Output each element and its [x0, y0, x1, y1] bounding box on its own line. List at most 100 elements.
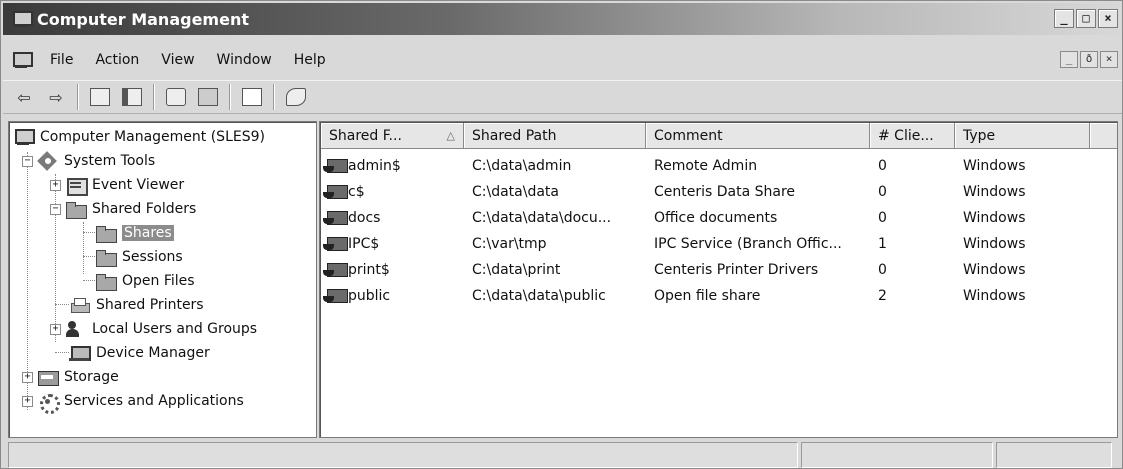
tree-node-shares[interactable]: Shares: [95, 222, 174, 244]
forward-arrow-icon[interactable]: ⇨: [43, 84, 69, 110]
tree-node-local-users-and-groups[interactable]: + Local Users and Groups: [50, 318, 257, 340]
tree-node-services-and-applications[interactable]: + Services and Applications: [22, 390, 244, 414]
collapse-toggle[interactable]: −: [22, 155, 33, 167]
tree-label: Storage: [64, 369, 119, 385]
share-comment: IPC Service (Branch Offic...: [654, 236, 842, 252]
collapse-toggle[interactable]: −: [50, 203, 61, 215]
tree-label: Shared Folders: [92, 201, 197, 217]
table-row[interactable]: docs C:\data\data\docu... Office documen…: [321, 205, 1090, 231]
system-menu-icon[interactable]: [11, 51, 33, 69]
share-name: docs: [348, 210, 381, 226]
export-list-icon[interactable]: [195, 84, 221, 110]
status-bar: [8, 442, 1118, 468]
column-header-shared-path[interactable]: Shared Path: [464, 123, 646, 149]
shares-folder-icon: [95, 224, 117, 243]
share-name: IPC$: [348, 236, 380, 252]
toolbar-separator: [273, 84, 275, 110]
table-row[interactable]: IPC$ C:\var\tmp IPC Service (Branch Offi…: [321, 231, 1090, 257]
expand-toggle[interactable]: +: [22, 395, 33, 407]
toolbar-separator: [77, 84, 79, 110]
tree-node-sessions[interactable]: Sessions: [95, 246, 183, 268]
tree-label: Open Files: [122, 273, 195, 289]
tree-label: Computer Management (SLES9): [40, 129, 265, 145]
users-icon: [65, 320, 87, 338]
column-header-filler: [1090, 123, 1117, 149]
table-row[interactable]: print$ C:\data\print Centeris Printer Dr…: [321, 257, 1090, 283]
back-arrow-icon[interactable]: ⇦: [11, 84, 37, 110]
storage-icon: [37, 368, 59, 386]
menu-file[interactable]: File: [39, 52, 84, 68]
console-tree[interactable]: Computer Management (SLES9) − System Too…: [8, 121, 317, 438]
tree-node-open-files[interactable]: Open Files: [95, 270, 195, 292]
close-button[interactable]: ×: [1098, 9, 1118, 28]
tree-label: Local Users and Groups: [92, 321, 258, 337]
share-name: public: [348, 288, 391, 304]
tree-label: Shared Printers: [96, 297, 204, 313]
printer-icon: [69, 296, 91, 314]
help-icon[interactable]: [239, 84, 265, 110]
table-row[interactable]: c$ C:\data\data Centeris Data Share 0 Wi…: [321, 179, 1090, 205]
show-hide-tree-icon[interactable]: [119, 84, 145, 110]
column-header-shared-folder[interactable]: Shared F... △: [321, 123, 464, 149]
refresh-icon[interactable]: [163, 84, 189, 110]
shared-folder-icon: [323, 210, 348, 226]
shared-folder-icon: [323, 262, 348, 278]
shared-folder-icon: [65, 200, 87, 219]
toolbar-separator: [229, 84, 231, 110]
child-minimize-button[interactable]: _: [1060, 51, 1078, 68]
connect-icon[interactable]: [283, 84, 309, 110]
table-row[interactable]: public C:\data\data\public Open file sha…: [321, 283, 1090, 309]
minimize-button[interactable]: _: [1054, 9, 1074, 28]
share-path: C:\data\data\docu...: [472, 210, 612, 226]
sort-ascending-icon: △: [446, 129, 455, 142]
tree-node-computer-management[interactable]: Computer Management (SLES9): [13, 126, 265, 148]
tree-label: System Tools: [64, 153, 156, 169]
share-path: C:\data\data: [472, 184, 559, 200]
share-type: Windows: [963, 210, 1026, 226]
tree-label: Device Manager: [96, 345, 210, 361]
menu-action[interactable]: Action: [84, 52, 150, 68]
menu-help[interactable]: Help: [283, 52, 337, 68]
shared-folder-icon: [323, 158, 348, 174]
event-viewer-icon: [65, 176, 88, 196]
shared-folder-icon: [323, 184, 348, 200]
share-comment: Office documents: [654, 210, 778, 226]
tree-node-system-tools[interactable]: − System Tools: [22, 150, 155, 172]
shares-list-view[interactable]: Shared F... △ Shared Path Comment # Clie…: [319, 121, 1118, 438]
column-label: Shared F...: [329, 128, 402, 144]
expand-toggle[interactable]: +: [50, 323, 61, 335]
open-files-folder-icon: [95, 272, 117, 291]
menu-view[interactable]: View: [150, 52, 205, 68]
tree-node-device-manager[interactable]: Device Manager: [69, 342, 210, 364]
menu-window[interactable]: Window: [206, 52, 283, 68]
expand-toggle[interactable]: +: [22, 371, 33, 383]
child-close-button[interactable]: ×: [1100, 51, 1118, 68]
share-comment: Centeris Printer Drivers: [654, 262, 819, 278]
tree-node-storage[interactable]: + Storage: [22, 366, 119, 388]
tree-node-shared-folders[interactable]: − Shared Folders: [50, 198, 196, 220]
sessions-folder-icon: [95, 248, 117, 267]
window-title: Computer Management: [37, 9, 249, 29]
shared-folder-icon: [323, 236, 348, 252]
share-clients: 0: [878, 158, 887, 174]
column-header-comment[interactable]: Comment: [646, 123, 870, 149]
status-pane-2: [801, 442, 993, 468]
column-header-clients[interactable]: # Clie...: [870, 123, 955, 149]
share-path: C:\data\admin: [472, 158, 572, 174]
menu-bar: File Action View Window Help _ ð ×: [3, 45, 1122, 75]
share-comment: Remote Admin: [654, 158, 758, 174]
share-type: Windows: [963, 236, 1026, 252]
child-restore-button[interactable]: ð: [1080, 51, 1098, 68]
title-bar[interactable]: Computer Management _ □ ×: [3, 3, 1122, 35]
tree-node-event-viewer[interactable]: + Event Viewer: [50, 174, 184, 196]
share-name: print$: [348, 262, 390, 278]
share-type: Windows: [963, 184, 1026, 200]
share-clients: 0: [878, 262, 887, 278]
column-header-type[interactable]: Type: [955, 123, 1090, 149]
maximize-button[interactable]: □: [1076, 9, 1096, 28]
table-row[interactable]: admin$ C:\data\admin Remote Admin 0 Wind…: [321, 153, 1090, 179]
toolbar-separator: [153, 84, 155, 110]
tree-node-shared-printers[interactable]: Shared Printers: [69, 294, 204, 316]
up-folder-icon[interactable]: [87, 84, 113, 110]
expand-toggle[interactable]: +: [50, 179, 61, 191]
